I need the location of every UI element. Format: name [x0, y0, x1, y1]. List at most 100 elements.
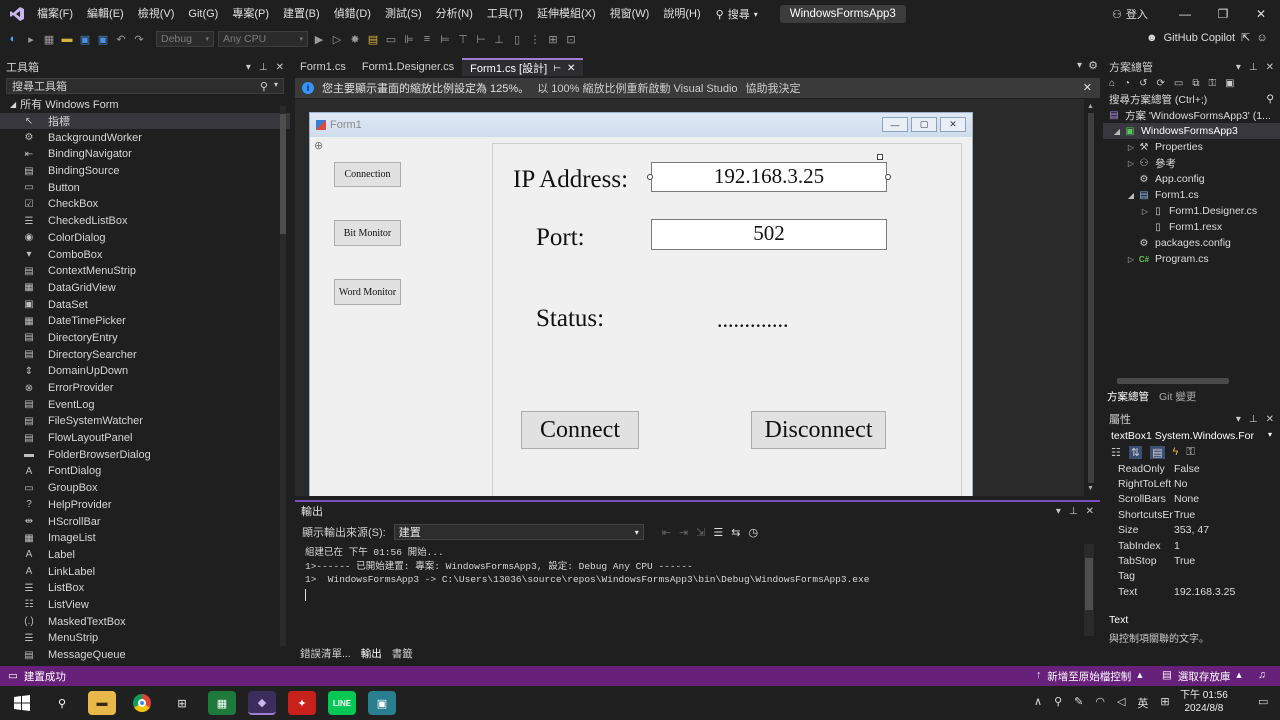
toolbox-item[interactable]: A Label: [0, 547, 290, 564]
move-handle-icon[interactable]: ⊕: [314, 139, 323, 152]
tab-output[interactable]: 輸出: [361, 646, 382, 661]
forward-icon[interactable]: ▸: [24, 32, 38, 46]
menu-analyze[interactable]: 分析(N): [429, 0, 480, 28]
smart-tag-icon[interactable]: [877, 154, 883, 160]
menu-file[interactable]: 檔案(F): [30, 0, 80, 28]
property-row[interactable]: Tag: [1103, 569, 1280, 584]
collapse-icon[interactable]: ▭: [1174, 78, 1183, 89]
property-row[interactable]: Size 353, 47: [1103, 523, 1280, 538]
property-value[interactable]: True: [1173, 555, 1195, 567]
ip-address-input[interactable]: 192.168.3.25: [651, 162, 887, 192]
file-explorer-icon[interactable]: ▬: [88, 691, 116, 715]
history-icon[interactable]: ↺: [1139, 78, 1147, 89]
property-value[interactable]: 353, 47: [1173, 524, 1209, 536]
pen-icon[interactable]: ✎: [1074, 695, 1083, 711]
grid-icon[interactable]: ⊞: [546, 32, 560, 46]
toolbox-item[interactable]: ☰ MenuStrip: [0, 630, 290, 647]
line-icon[interactable]: LINE: [328, 691, 356, 715]
pin-icon[interactable]: ⊥: [1249, 62, 1258, 73]
toolbox-item[interactable]: ☷ ListView: [0, 597, 290, 614]
close-icon[interactable]: ✕: [567, 63, 575, 74]
close-icon[interactable]: ✕: [1086, 506, 1094, 517]
add-source-control-button[interactable]: ↑ 新增至原始檔控制 ▴: [1036, 669, 1143, 684]
find-icon[interactable]: ⇲: [696, 526, 705, 539]
alphabetical-icon[interactable]: ⇅: [1128, 446, 1143, 459]
tree-project[interactable]: ◢ ▣ WindowsFormsApp3: [1103, 123, 1280, 139]
tab-form1-design[interactable]: Form1.cs [設計] ⊢ ✕: [462, 58, 584, 76]
align-bottom-icon[interactable]: ⊥: [492, 32, 506, 46]
menu-window[interactable]: 視窗(W): [603, 0, 657, 28]
property-pages-icon[interactable]: ⚿: [1186, 446, 1194, 459]
output-text[interactable]: 組建已在 下午 01:56 開始... 1>------ 已開始建置: 專案: W…: [295, 544, 1100, 603]
windows-start-icon[interactable]: [8, 691, 36, 715]
categorized-icon[interactable]: ☷: [1111, 446, 1121, 459]
menu-project[interactable]: 專案(P): [225, 0, 276, 28]
toolbox-item[interactable]: ↖ 指標: [0, 112, 290, 130]
property-value[interactable]: False: [1173, 463, 1200, 475]
toolbox-scrollbar[interactable]: [280, 106, 286, 646]
align-right-icon[interactable]: ⊨: [438, 32, 452, 46]
toolbox-item[interactable]: A FontDialog: [0, 463, 290, 480]
close-icon[interactable]: ✕: [1083, 81, 1092, 94]
connect-button[interactable]: Connect: [521, 411, 639, 449]
property-value[interactable]: No: [1173, 478, 1187, 490]
chrome-icon[interactable]: [128, 691, 156, 715]
toolbox-item[interactable]: ▦ DateTimePicker: [0, 313, 290, 330]
toolbox-item[interactable]: ☰ CheckedListBox: [0, 213, 290, 230]
dropdown-icon[interactable]: ▾: [1236, 414, 1241, 425]
menu-edit[interactable]: 編輯(E): [80, 0, 131, 28]
tab-solution-explorer[interactable]: 方案總管: [1107, 389, 1149, 404]
remote-app-icon[interactable]: ▣: [368, 691, 396, 715]
preview-icon[interactable]: ▣: [1225, 78, 1234, 89]
goto-next-icon[interactable]: ⇥: [679, 526, 688, 539]
menu-extensions[interactable]: 延伸模組(X): [530, 0, 603, 28]
taskbar-search-icon[interactable]: ⚲: [48, 691, 76, 715]
sync-icon[interactable]: ◔: [1124, 78, 1130, 89]
chevron-up-icon[interactable]: ∧: [1034, 695, 1042, 711]
menu-build[interactable]: 建置(B): [276, 0, 327, 28]
bit-monitor-button[interactable]: Bit Monitor: [334, 220, 401, 246]
toolbox-item[interactable]: ▤ DirectorySearcher: [0, 346, 290, 363]
save-all-icon[interactable]: ▣: [96, 32, 110, 46]
notification-icon[interactable]: ▭: [1258, 695, 1268, 708]
scroll-thumb[interactable]: [1085, 558, 1093, 610]
tab-form1-cs[interactable]: Form1.cs: [292, 58, 354, 76]
tree-form1-resx[interactable]: ▯ Form1.resx: [1103, 219, 1280, 235]
refresh-icon[interactable]: ⟳: [1156, 78, 1164, 89]
form-window[interactable]: Form1 — ▢ ✕ ⊕ Connection Bit Monitor Wor…: [309, 112, 973, 496]
clock[interactable]: 下午 01:56 2024/8/8: [1180, 689, 1228, 715]
copilot-button[interactable]: ☻ GitHub Copilot ⇱ ☺: [1146, 31, 1268, 45]
toolbox-item[interactable]: ▬ FolderBrowserDialog: [0, 446, 290, 463]
align-middle-icon[interactable]: ⊢: [474, 32, 488, 46]
dropdown-icon[interactable]: ▾: [1056, 506, 1061, 517]
tab-bookmarks[interactable]: 書籤: [392, 646, 413, 661]
dropdown-icon[interactable]: ▾: [246, 62, 251, 73]
output-source-select[interactable]: 建置 ▾: [393, 524, 644, 540]
layout-icon[interactable]: ▭: [384, 32, 398, 46]
property-row[interactable]: Text 192.168.3.25: [1103, 584, 1280, 599]
dropdown-icon[interactable]: ▾: [1236, 62, 1241, 73]
pin-icon[interactable]: ⊥: [1069, 506, 1078, 517]
select-repo-button[interactable]: ▤ 選取存放庫 ▴: [1162, 669, 1242, 684]
location-icon[interactable]: ⚲: [1054, 695, 1062, 711]
volume-icon[interactable]: ◁: [1117, 695, 1125, 711]
scroll-up-icon[interactable]: ▲: [1087, 103, 1094, 110]
excel-icon[interactable]: ▦: [208, 691, 236, 715]
open-folder-icon[interactable]: ▬: [60, 32, 74, 46]
menu-view[interactable]: 檢視(V): [131, 0, 182, 28]
toolbox-item[interactable]: ▭ Button: [0, 179, 290, 196]
new-project-icon[interactable]: ▦: [42, 32, 56, 46]
close-icon[interactable]: ✕: [1266, 414, 1274, 425]
tree-app-config[interactable]: ⚙ App.config: [1103, 171, 1280, 187]
acrobat-icon[interactable]: ✦: [288, 691, 316, 715]
menu-help[interactable]: 說明(H): [656, 0, 707, 28]
ime-mode-icon[interactable]: ⊞: [1160, 695, 1169, 711]
toolbox-item[interactable]: ▤ BindingSource: [0, 163, 290, 180]
toolbox-item[interactable]: ☑ CheckBox: [0, 196, 290, 213]
close-button[interactable]: ✕: [1242, 0, 1280, 28]
tab-form1-designer-cs[interactable]: Form1.Designer.cs: [354, 58, 462, 76]
start-icon[interactable]: ▶: [312, 32, 326, 46]
minimize-button[interactable]: —: [1166, 0, 1204, 28]
wifi-icon[interactable]: ◠: [1095, 695, 1105, 711]
toolbox-item[interactable]: ▤ DirectoryEntry: [0, 330, 290, 347]
